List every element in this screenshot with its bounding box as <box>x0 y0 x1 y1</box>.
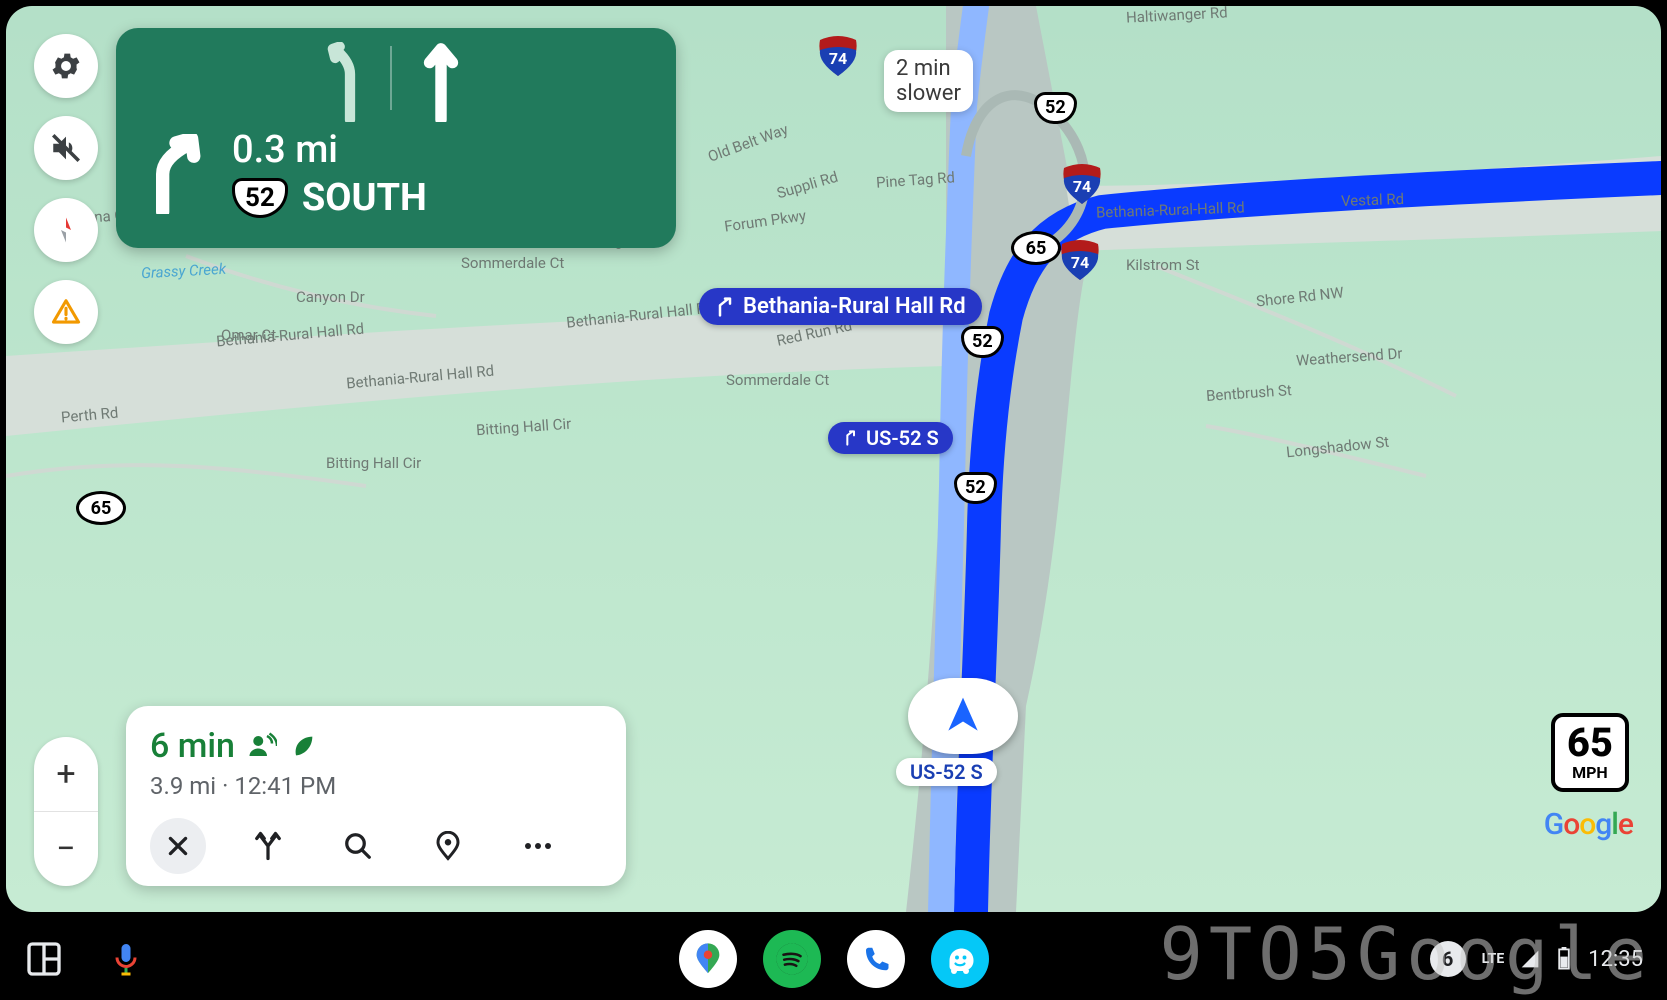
maneuver-step-1[interactable]: Bethania-Rural Hall Rd <box>699 288 982 325</box>
more-options-button[interactable] <box>510 818 566 874</box>
lane-fork-icon <box>320 42 380 122</box>
step-label: Bethania-Rural Hall Rd <box>743 294 966 319</box>
alt-route-line1: 2 min <box>896 56 961 81</box>
highway-shield-65: 65 <box>1011 231 1061 265</box>
current-road-pill: US-52 S <box>896 758 997 786</box>
status-bar: 6 LTE 12:35 <box>1430 941 1643 977</box>
turn-right-icon <box>715 297 735 317</box>
road-label: Sommerdale Ct <box>461 254 564 272</box>
notification-badge[interactable]: 6 <box>1430 941 1466 977</box>
speed-limit-unit: MPH <box>1567 763 1613 782</box>
road-label: Vestal Rd <box>1341 190 1405 210</box>
places-button[interactable] <box>420 818 476 874</box>
map-controls <box>34 34 98 344</box>
lane-divider <box>390 46 392 110</box>
clock: 12:35 <box>1588 947 1643 972</box>
alt-route-line2: slower <box>896 81 961 106</box>
nav-arrow-icon <box>941 694 985 738</box>
alt-routes-icon <box>253 831 283 861</box>
road-label: Omar Ct <box>221 326 276 344</box>
compass-button[interactable] <box>34 198 98 262</box>
trip-summary-card[interactable]: 6 min 3.9 mi · 12:41 PM <box>126 706 626 886</box>
eco-leaf-icon <box>289 732 317 760</box>
app-waze[interactable] <box>931 930 989 988</box>
warning-triangle-icon <box>51 297 81 327</box>
network-label: LTE <box>1482 951 1505 967</box>
report-button[interactable] <box>34 280 98 344</box>
fork-right-icon <box>842 430 858 446</box>
trip-arrival: 12:41 PM <box>234 772 336 800</box>
waze-icon <box>942 941 978 977</box>
system-taskbar: 6 LTE 12:35 <box>0 918 1667 1000</box>
nav-route-shield: 52 <box>232 178 288 218</box>
svg-text:74: 74 <box>1073 177 1091 196</box>
close-navigation-button[interactable] <box>150 818 206 874</box>
compass-icon <box>51 215 81 245</box>
mute-button[interactable] <box>34 116 98 180</box>
app-spotify[interactable] <box>763 930 821 988</box>
interstate-shield-74: 74 <box>1058 238 1102 282</box>
road-label: Canyon Dr <box>296 288 365 306</box>
phone-icon <box>861 944 891 974</box>
eta-duration: 6 min <box>150 726 235 766</box>
assistant-mic-button[interactable] <box>108 941 144 977</box>
interstate-shield-74: 74 <box>816 34 860 78</box>
trip-distance: 3.9 mi <box>150 772 216 800</box>
volume-mute-icon <box>49 131 83 165</box>
road-label: Sommerdale Ct <box>726 371 829 389</box>
fork-right-arrow-icon <box>142 134 210 214</box>
highway-shield-65: 65 <box>76 491 126 525</box>
speed-limit-value: 65 <box>1567 723 1613 763</box>
alt-route-tooltip[interactable]: 2 min slower <box>884 50 973 112</box>
nav-distance: 0.3 mi <box>232 128 427 172</box>
speed-limit-sign: 65 MPH <box>1551 713 1629 792</box>
lane-guidance <box>142 28 650 128</box>
zoom-in-button[interactable]: + <box>34 737 98 811</box>
battery-icon <box>1556 947 1572 971</box>
road-label: Kilstrom St <box>1126 256 1200 274</box>
zoom-control: + − <box>34 737 98 886</box>
trip-details: 3.9 mi · 12:41 PM <box>150 772 602 800</box>
nav-direction: SOUTH <box>302 176 427 220</box>
vehicle-marker <box>908 678 1018 754</box>
search-button[interactable] <box>330 818 386 874</box>
app-google-maps[interactable] <box>679 930 737 988</box>
navigation-card[interactable]: 0.3 mi 52 SOUTH <box>116 28 676 248</box>
app-phone[interactable] <box>847 930 905 988</box>
map-viewport[interactable]: Bethania-Rural Hall Rd Bethania-Rural Ha… <box>6 6 1661 912</box>
routes-button[interactable] <box>240 818 296 874</box>
spotify-icon <box>775 942 809 976</box>
interstate-shield-74: 74 <box>1060 162 1104 206</box>
gear-icon <box>49 49 83 83</box>
zoom-out-button[interactable]: − <box>34 812 98 886</box>
svg-text:74: 74 <box>829 49 847 68</box>
current-road-label: US-52 S <box>910 760 983 784</box>
svg-text:74: 74 <box>1071 253 1089 272</box>
settings-button[interactable] <box>34 34 98 98</box>
signal-icon <box>1520 949 1540 969</box>
close-icon <box>165 833 191 859</box>
step-label: US-52 S <box>866 426 939 450</box>
dashboard-button[interactable] <box>24 939 64 979</box>
maps-pin-icon <box>691 942 725 976</box>
maneuver-step-2[interactable]: US-52 S <box>828 422 953 454</box>
share-trip-icon <box>247 731 277 761</box>
search-icon <box>343 831 373 861</box>
lane-straight-icon <box>416 42 466 122</box>
google-logo: Google <box>1544 807 1633 842</box>
pin-icon <box>433 831 463 861</box>
more-icon <box>523 841 553 851</box>
road-label: Bitting Hall Cir <box>326 454 421 472</box>
